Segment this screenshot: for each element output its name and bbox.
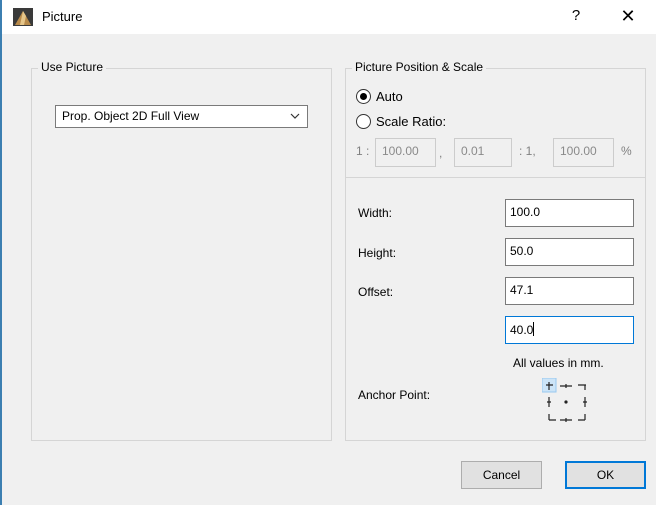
height-input[interactable]: 50.0 [505, 238, 634, 266]
app-icon [13, 8, 33, 26]
ratio-input[interactable]: 100.00 [375, 138, 436, 167]
section-divider [346, 177, 645, 178]
anchor-point-label: Anchor Point: [358, 388, 431, 402]
width-label: Width: [358, 206, 393, 220]
width-input[interactable]: 100.0 [505, 199, 634, 227]
position-scale-label: Picture Position & Scale [352, 60, 487, 74]
anchor-point-grid[interactable] [542, 378, 590, 426]
use-picture-label: Use Picture [38, 60, 107, 74]
window-title: Picture [42, 9, 83, 24]
percent-input[interactable]: 100.00 [553, 138, 614, 167]
scale-ratio-radio[interactable] [356, 114, 371, 129]
ratio-prefix: 1 : [356, 144, 370, 158]
units-note: All values in mm. [513, 356, 604, 370]
auto-radio[interactable] [356, 89, 371, 104]
picture-dialog: Picture ? ✕ Use Picture Prop. Object 2D … [0, 0, 656, 505]
offset-y-value: 40.0 [510, 323, 534, 337]
scale-ratio-label: Scale Ratio: [376, 114, 447, 129]
offset-x-input[interactable]: 47.1 [505, 277, 634, 305]
scale-input[interactable]: 0.01 [454, 138, 512, 167]
offset-y-input[interactable]: 40.0 [505, 316, 634, 344]
window-edge [0, 0, 2, 505]
picture-source-dropdown[interactable]: Prop. Object 2D Full View [55, 105, 308, 128]
ok-button[interactable]: OK [565, 461, 646, 489]
offset-label: Offset: [358, 285, 394, 299]
title-bar: Picture ? ✕ [2, 0, 656, 34]
picture-source-value: Prop. Object 2D Full View [62, 109, 200, 123]
height-label: Height: [358, 246, 397, 260]
close-button[interactable]: ✕ [614, 6, 642, 28]
percent-sign: % [621, 144, 632, 158]
help-button[interactable]: ? [564, 7, 588, 27]
cancel-button[interactable]: Cancel [461, 461, 542, 489]
ratio-comma: , [439, 146, 443, 160]
auto-label: Auto [376, 89, 403, 104]
ratio-suffix: : 1, [519, 144, 536, 158]
chevron-down-icon [290, 113, 300, 119]
text-caret [533, 322, 535, 336]
